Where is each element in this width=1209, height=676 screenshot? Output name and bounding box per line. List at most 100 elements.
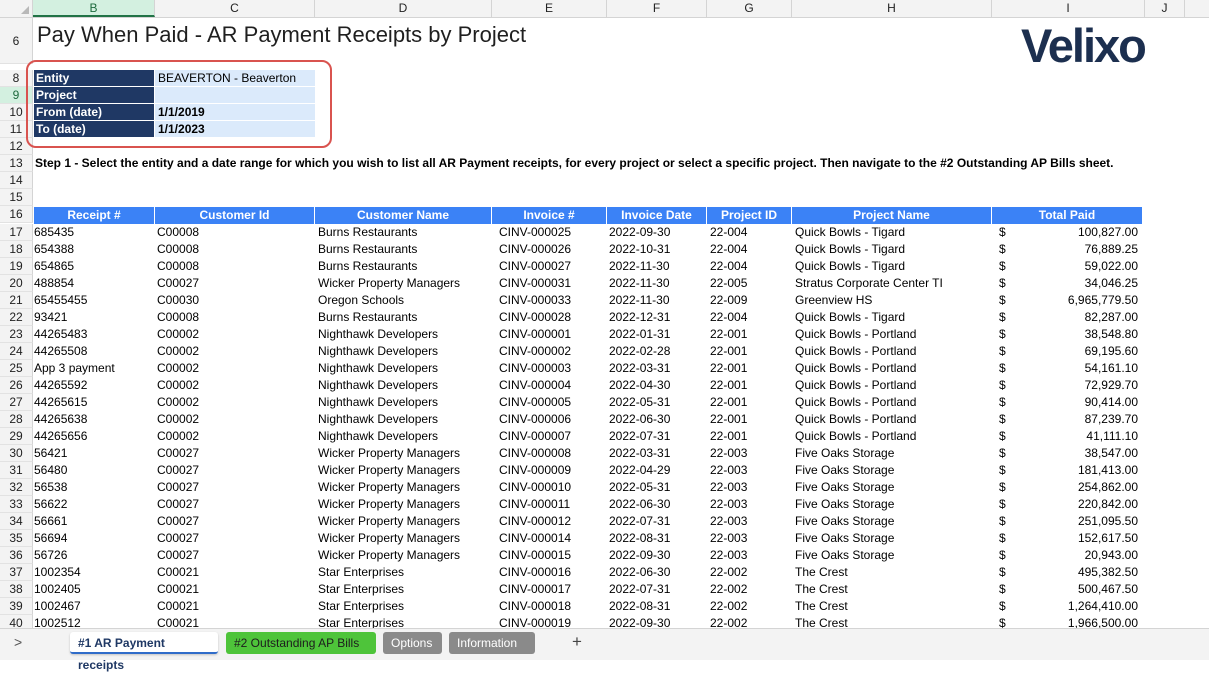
customer-name-cell[interactable]: Burns Restaurants bbox=[318, 258, 490, 275]
table-row[interactable]: 56726 C00027 Wicker Property Managers CINV-… bbox=[0, 547, 1150, 564]
project-id-cell[interactable]: 22-004 bbox=[710, 241, 790, 258]
project-name-cell[interactable]: Quick Bowls - Portland bbox=[795, 326, 990, 343]
receipt-cell[interactable]: 44265508 bbox=[34, 343, 152, 360]
total-paid-cell[interactable]: 34,046.25 bbox=[1012, 275, 1138, 292]
table-row[interactable]: 56661 C00027 Wicker Property Managers CINV-… bbox=[0, 513, 1150, 530]
invoice-date-cell[interactable]: 2022-07-31 bbox=[609, 513, 705, 530]
customer-id-cell[interactable]: C00008 bbox=[157, 258, 312, 275]
receipt-cell[interactable]: 654388 bbox=[34, 241, 152, 258]
sheet-tab-4[interactable]: Information bbox=[449, 632, 535, 654]
invoice-date-cell[interactable]: 2022-09-30 bbox=[609, 224, 705, 241]
project-name-cell[interactable]: Quick Bowls - Tigard bbox=[795, 241, 990, 258]
project-id-cell[interactable]: 22-002 bbox=[710, 564, 790, 581]
table-row[interactable]: 1002405 C00021 Star Enterprises CINV-000017… bbox=[0, 581, 1150, 598]
customer-id-cell[interactable]: C00002 bbox=[157, 360, 312, 377]
project-id-cell[interactable]: 22-003 bbox=[710, 547, 790, 564]
receipt-cell[interactable]: 56726 bbox=[34, 547, 152, 564]
invoice-cell[interactable]: CINV-000010 bbox=[499, 479, 605, 496]
total-paid-cell[interactable]: 59,022.00 bbox=[1012, 258, 1138, 275]
project-name-cell[interactable]: Quick Bowls - Tigard bbox=[795, 258, 990, 275]
invoice-date-cell[interactable]: 2022-02-28 bbox=[609, 343, 705, 360]
customer-name-cell[interactable]: Nighthawk Developers bbox=[318, 326, 490, 343]
total-paid-cell[interactable]: 38,547.00 bbox=[1012, 445, 1138, 462]
invoice-date-cell[interactable]: 2022-05-31 bbox=[609, 394, 705, 411]
customer-id-cell[interactable]: C00002 bbox=[157, 428, 312, 445]
customer-id-cell[interactable]: C00021 bbox=[157, 564, 312, 581]
row-header-6[interactable]: 6 bbox=[0, 18, 33, 64]
receipt-cell[interactable]: 56661 bbox=[34, 513, 152, 530]
total-paid-cell[interactable]: 38,548.80 bbox=[1012, 326, 1138, 343]
project-name-cell[interactable]: Greenview HS bbox=[795, 292, 990, 309]
project-id-cell[interactable]: 22-002 bbox=[710, 581, 790, 598]
project-id-cell[interactable]: 22-003 bbox=[710, 496, 790, 513]
project-name-cell[interactable]: Quick Bowls - Portland bbox=[795, 428, 990, 445]
total-paid-cell[interactable]: 69,195.60 bbox=[1012, 343, 1138, 360]
table-row[interactable]: 1002467 C00021 Star Enterprises CINV-000018… bbox=[0, 598, 1150, 615]
customer-name-cell[interactable]: Nighthawk Developers bbox=[318, 411, 490, 428]
sheet-tab-3[interactable]: Options bbox=[383, 632, 442, 654]
customer-id-cell[interactable]: C00027 bbox=[157, 445, 312, 462]
customer-name-cell[interactable]: Wicker Property Managers bbox=[318, 513, 490, 530]
receipt-cell[interactable]: 56421 bbox=[34, 445, 152, 462]
row-header-16[interactable]: 16 bbox=[0, 206, 33, 223]
customer-name-cell[interactable]: Wicker Property Managers bbox=[318, 462, 490, 479]
sheet-tab-1[interactable]: #1 AR Payment receipts bbox=[70, 632, 218, 672]
invoice-date-cell[interactable]: 2022-06-30 bbox=[609, 496, 705, 513]
table-header-customer-id[interactable]: Customer Id bbox=[155, 207, 315, 224]
invoice-date-cell[interactable]: 2022-11-30 bbox=[609, 258, 705, 275]
total-paid-cell[interactable]: 495,382.50 bbox=[1012, 564, 1138, 581]
invoice-cell[interactable]: CINV-000007 bbox=[499, 428, 605, 445]
receipt-cell[interactable]: 44265656 bbox=[34, 428, 152, 445]
project-id-cell[interactable]: 22-001 bbox=[710, 343, 790, 360]
customer-id-cell[interactable]: C00027 bbox=[157, 479, 312, 496]
project-id-cell[interactable]: 22-005 bbox=[710, 275, 790, 292]
total-paid-cell[interactable]: 251,095.50 bbox=[1012, 513, 1138, 530]
invoice-date-cell[interactable]: 2022-12-31 bbox=[609, 309, 705, 326]
project-id-cell[interactable]: 22-002 bbox=[710, 598, 790, 615]
table-row[interactable]: 1002354 C00021 Star Enterprises CINV-000016… bbox=[0, 564, 1150, 581]
project-name-cell[interactable]: Five Oaks Storage bbox=[795, 547, 990, 564]
customer-name-cell[interactable]: Wicker Property Managers bbox=[318, 530, 490, 547]
receipt-cell[interactable]: 93421 bbox=[34, 309, 152, 326]
invoice-date-cell[interactable]: 2022-08-31 bbox=[609, 598, 705, 615]
customer-id-cell[interactable]: C00008 bbox=[157, 309, 312, 326]
row-header-15[interactable]: 15 bbox=[0, 189, 33, 206]
customer-name-cell[interactable]: Burns Restaurants bbox=[318, 241, 490, 258]
customer-name-cell[interactable]: Burns Restaurants bbox=[318, 309, 490, 326]
project-name-cell[interactable]: Five Oaks Storage bbox=[795, 462, 990, 479]
customer-name-cell[interactable]: Wicker Property Managers bbox=[318, 496, 490, 513]
invoice-date-cell[interactable]: 2022-09-30 bbox=[609, 547, 705, 564]
table-header-receipt[interactable]: Receipt # bbox=[34, 207, 155, 224]
project-id-cell[interactable]: 22-003 bbox=[710, 479, 790, 496]
customer-id-cell[interactable]: C00027 bbox=[157, 513, 312, 530]
project-id-cell[interactable]: 22-001 bbox=[710, 377, 790, 394]
column-header-c[interactable]: C bbox=[155, 0, 315, 17]
total-paid-cell[interactable]: 1,264,410.00 bbox=[1012, 598, 1138, 615]
project-name-cell[interactable]: Quick Bowls - Portland bbox=[795, 343, 990, 360]
invoice-date-cell[interactable]: 2022-05-31 bbox=[609, 479, 705, 496]
customer-id-cell[interactable]: C00027 bbox=[157, 496, 312, 513]
project-name-cell[interactable]: Quick Bowls - Tigard bbox=[795, 309, 990, 326]
invoice-date-cell[interactable]: 2022-03-31 bbox=[609, 360, 705, 377]
total-paid-cell[interactable]: 181,413.00 bbox=[1012, 462, 1138, 479]
select-all-button[interactable] bbox=[0, 0, 33, 17]
project-name-cell[interactable]: Stratus Corporate Center TI bbox=[795, 275, 990, 292]
add-sheet-icon[interactable]: + bbox=[572, 632, 582, 652]
receipt-cell[interactable]: 654865 bbox=[34, 258, 152, 275]
customer-name-cell[interactable]: Star Enterprises bbox=[318, 564, 490, 581]
project-name-cell[interactable]: Five Oaks Storage bbox=[795, 513, 990, 530]
total-paid-cell[interactable]: 41,111.10 bbox=[1012, 428, 1138, 445]
sheet-nav-arrow-icon[interactable]: > bbox=[14, 634, 22, 650]
table-header-total-paid[interactable]: Total Paid bbox=[992, 207, 1143, 224]
table-row[interactable]: 44265638 C00002 Nighthawk Developers CINV-0… bbox=[0, 411, 1150, 428]
customer-id-cell[interactable]: C00002 bbox=[157, 343, 312, 360]
table-row[interactable]: 654388 C00008 Burns Restaurants CINV-000026… bbox=[0, 241, 1150, 258]
customer-name-cell[interactable]: Wicker Property Managers bbox=[318, 445, 490, 462]
customer-name-cell[interactable]: Nighthawk Developers bbox=[318, 377, 490, 394]
row-header-13[interactable]: 13 bbox=[0, 155, 33, 172]
invoice-cell[interactable]: CINV-000026 bbox=[499, 241, 605, 258]
project-name-cell[interactable]: The Crest bbox=[795, 564, 990, 581]
customer-name-cell[interactable]: Nighthawk Developers bbox=[318, 343, 490, 360]
table-header-invoice[interactable]: Invoice # bbox=[492, 207, 607, 224]
total-paid-cell[interactable]: 100,827.00 bbox=[1012, 224, 1138, 241]
